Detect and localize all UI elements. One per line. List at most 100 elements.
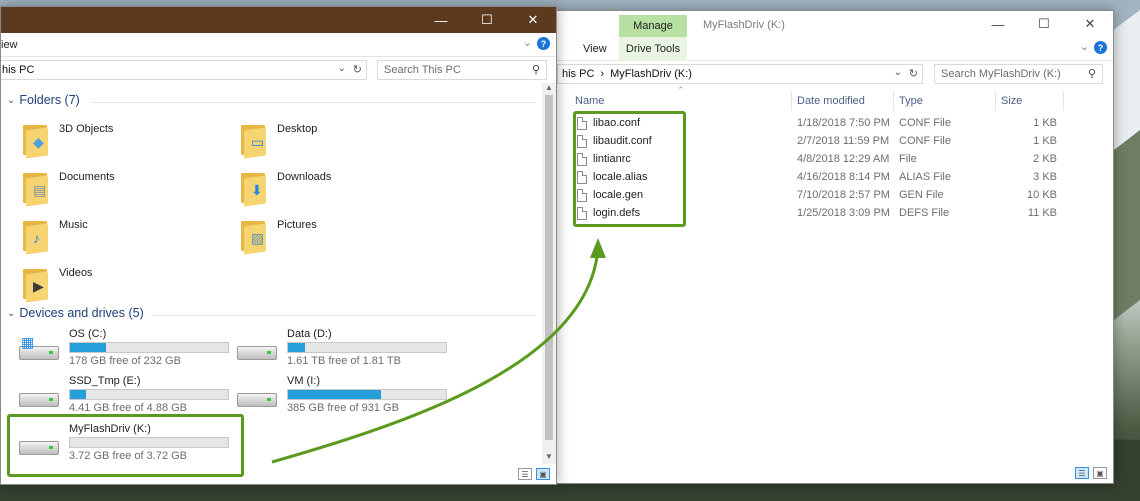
column-type[interactable]: Type [899,89,923,113]
file-size: 3 KB [1033,171,1057,183]
tab-drive-tools[interactable]: Drive Tools [619,37,687,61]
file-type: DEFS File [899,207,950,219]
drive-item[interactable]: Data (D:) 1.61 TB free of 1.81 TB [237,328,447,367]
close-icon[interactable]: ✕ [510,7,556,33]
details-view-icon[interactable]: ☰ [518,468,532,480]
column-separator [893,91,894,111]
file-list: ⌃ Name Date modified Type Size libao.con… [557,85,1113,483]
file-size: 2 KB [1033,153,1057,165]
search-icon[interactable]: ⚲ [1088,67,1096,80]
tab-view[interactable]: iew [1,39,18,51]
column-size[interactable]: Size [1001,89,1022,113]
manage-tab[interactable]: Manage [619,15,687,37]
file-type: CONF File [899,117,951,129]
chevron-down-icon[interactable]: ⌄ [1080,40,1089,53]
right-ribbon: View Drive Tools ⌄ ? [557,37,1113,61]
drive-free-space: 4.41 GB free of 4.88 GB [69,402,188,414]
maximize-icon[interactable]: ☐ [1021,11,1067,37]
folder-item[interactable]: ▭ Desktop [241,121,318,159]
address-dropdown-icon[interactable]: ⌄ [338,63,346,74]
folders-header-label: Folders (7) [19,93,80,107]
drive-usage-bar [287,389,447,400]
folder-item[interactable]: ♪ Music [23,217,88,255]
large-icons-view-icon[interactable]: ▣ [1093,467,1107,479]
file-type: GEN File [899,189,944,201]
breadcrumb-current[interactable]: MyFlashDriv (K:) [610,68,692,80]
search-icon[interactable]: ⚲ [532,63,540,76]
drive-free-space: 178 GB free of 232 GB [69,355,181,367]
drive-name: VM (I:) [287,375,320,387]
address-bar[interactable]: his PC › MyFlashDriv (K:) ⌄ ↻ [557,64,923,84]
left-ribbon: iew ⌄ ? [1,33,556,57]
flash-drive-highlight-box [7,414,244,477]
refresh-icon[interactable]: ↻ [909,67,918,80]
drive-name: OS (C:) [69,328,107,340]
chevron-down-icon[interactable]: ⌄ [523,36,532,49]
column-separator [791,91,792,111]
files-highlight-box [573,111,686,227]
tab-view[interactable]: View [583,43,607,55]
desktop-folder-icon: ▭ [241,121,269,159]
minimize-icon[interactable]: — [418,7,464,33]
collapse-chevron-icon[interactable]: ⌄ [7,308,15,319]
help-icon[interactable]: ? [537,37,550,50]
breadcrumb-this-pc[interactable]: his PC [562,68,594,80]
folder-item[interactable]: ▶ Videos [23,265,93,303]
search-input[interactable]: Search MyFlashDriv (K:) ⚲ [934,64,1103,84]
file-size: 1 KB [1033,135,1057,147]
hard-drive-icon [237,340,277,366]
refresh-icon[interactable]: ↻ [353,63,362,76]
maximize-icon[interactable]: ☐ [464,7,510,33]
drive-usage-bar [69,342,229,353]
file-date: 4/8/2018 12:29 AM [797,153,890,165]
drive-free-space: 1.61 TB free of 1.81 TB [287,355,401,367]
column-name[interactable]: Name [575,89,604,113]
folder-name: Documents [59,171,115,183]
search-input[interactable]: Search This PC ⚲ [377,60,547,80]
vertical-scrollbar[interactable]: ▲ ▼ [542,83,556,464]
scroll-thumb[interactable] [545,95,553,440]
help-icon[interactable]: ? [1094,41,1107,54]
folder-item[interactable]: ◆ 3D Objects [23,121,113,159]
drive-usage-fill [70,390,86,399]
file-size: 10 KB [1027,189,1057,201]
file-size: 11 KB [1027,207,1057,219]
folder-item[interactable]: ▨ Pictures [241,217,317,255]
file-size: 1 KB [1033,117,1057,129]
documents-folder-icon: ▤ [23,169,51,207]
minimize-icon[interactable]: — [975,11,1021,37]
folder-item[interactable]: ⬇ Downloads [241,169,331,207]
folder-item[interactable]: ▤ Documents [23,169,115,207]
details-view-icon[interactable]: ☰ [1075,467,1089,479]
scroll-up-icon[interactable]: ▲ [542,83,556,95]
drive-usage-bar [69,389,229,400]
folder-name: Videos [59,267,93,279]
window-title: MyFlashDriv (K:) [703,19,785,31]
breadcrumb-separator-icon: › [600,68,605,80]
drive-item[interactable]: VM (I:) 385 GB free of 931 GB [237,375,447,414]
large-icons-view-icon[interactable]: ▣ [536,468,550,480]
drive-usage-fill [288,343,306,352]
music-folder-icon: ♪ [23,217,51,255]
pictures-folder-icon: ▨ [241,217,269,255]
column-separator [995,91,996,111]
address-bar[interactable]: his PC ⌄ ↻ [1,60,367,80]
collapse-chevron-icon[interactable]: ⌄ [7,95,15,106]
hard-drive-icon: ▦ [19,334,59,366]
scroll-down-icon[interactable]: ▼ [542,452,556,464]
drives-section-header[interactable]: ⌄ Devices and drives (5) [7,306,144,320]
close-icon[interactable]: ✕ [1067,11,1113,37]
folders-section-header[interactable]: ⌄ Folders (7) [7,93,80,107]
right-address-row: his PC › MyFlashDriv (K:) ⌄ ↻ Search MyF… [557,61,1113,87]
downloads-folder-icon: ⬇ [241,169,269,207]
file-date: 4/16/2018 8:14 PM [797,171,890,183]
folder-name: Desktop [277,123,318,135]
address-dropdown-icon[interactable]: ⌄ [894,67,902,78]
drive-item[interactable]: ▦ OS (C:) 178 GB free of 232 GB [19,328,229,367]
left-title-bar: — ☐ ✕ [1,7,556,33]
drive-item[interactable]: SSD_Tmp (E:) 4.41 GB free of 4.88 GB [19,375,229,414]
column-date[interactable]: Date modified [797,89,865,113]
folder-name: Pictures [277,219,317,231]
breadcrumb-this-pc[interactable]: his PC [2,64,34,76]
drive-usage-fill [288,390,382,399]
